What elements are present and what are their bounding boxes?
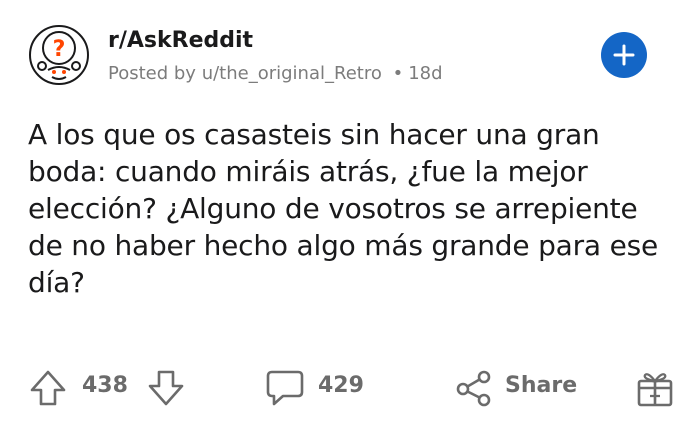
post-age: 18d bbox=[408, 63, 443, 84]
share-label[interactable]: Share bbox=[505, 373, 577, 398]
share-nodes-icon bbox=[456, 370, 491, 407]
arrow-up-icon bbox=[30, 370, 66, 406]
comment-count[interactable]: 429 bbox=[318, 373, 364, 398]
vote-score: 438 bbox=[82, 373, 128, 398]
askreddit-avatar-icon[interactable]: ? bbox=[28, 24, 90, 86]
meta-separator: • bbox=[392, 63, 404, 84]
comments-button[interactable] bbox=[265, 369, 305, 407]
join-button[interactable] bbox=[601, 32, 647, 78]
share-button[interactable] bbox=[454, 368, 494, 408]
arrow-down-icon bbox=[148, 370, 184, 406]
author-link[interactable]: u/the_original_Retro bbox=[202, 63, 382, 84]
award-button[interactable] bbox=[636, 368, 674, 408]
plus-icon bbox=[613, 44, 635, 66]
subreddit-name[interactable]: r/AskReddit bbox=[108, 28, 253, 53]
post-actions-bar: 438 429 Share bbox=[0, 360, 700, 416]
post-header: ? r/AskReddit Posted by u/the_original_R… bbox=[0, 0, 700, 100]
posted-by-label: Posted by bbox=[108, 63, 196, 84]
upvote-button[interactable] bbox=[28, 368, 68, 408]
post-meta: Posted by u/the_original_Retro • 18d bbox=[108, 63, 443, 84]
post-title[interactable]: A los que os casasteis sin hacer una gra… bbox=[28, 116, 678, 301]
downvote-button[interactable] bbox=[146, 368, 186, 408]
speech-bubble-icon bbox=[266, 370, 304, 406]
svg-text:?: ? bbox=[53, 37, 66, 62]
gift-icon bbox=[637, 373, 673, 407]
